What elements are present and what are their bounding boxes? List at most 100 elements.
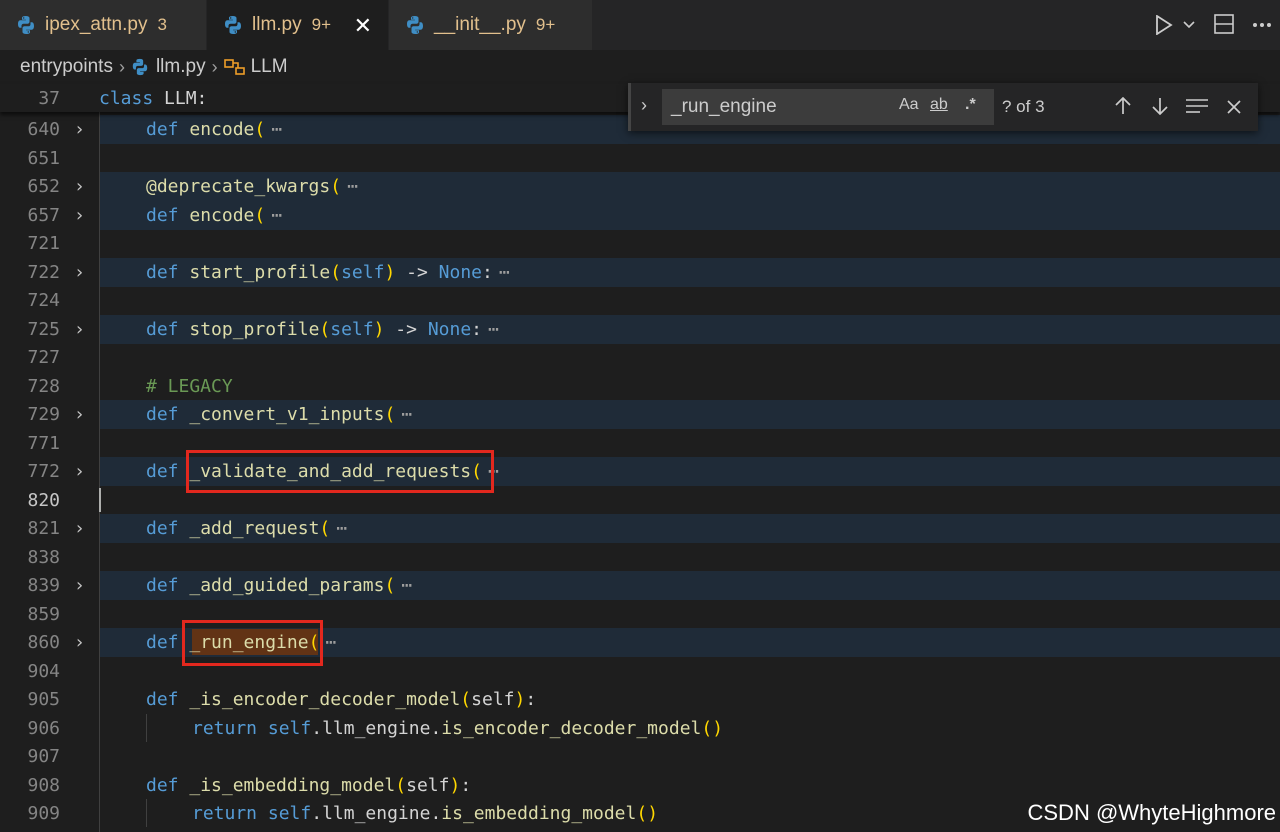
- close-icon[interactable]: ✕: [354, 13, 372, 39]
- tab-ipex-attn[interactable]: ipex_attn.py 3: [0, 0, 206, 50]
- function-name: _is_embedding_model: [189, 774, 396, 796]
- match-whole-word-icon[interactable]: ab: [930, 96, 948, 114]
- fold-chevron-icon[interactable]: ›: [74, 119, 85, 140]
- line-number: 908: [27, 774, 60, 796]
- split-editor-icon[interactable]: [1214, 14, 1234, 34]
- code-line: 906 return self.llm_engine.is_encoder_de…: [0, 714, 1280, 743]
- python-file-icon: [132, 58, 148, 76]
- fold-chevron-icon[interactable]: ›: [74, 575, 85, 596]
- function-name: _add_request: [189, 517, 320, 539]
- return-type: None: [427, 318, 472, 340]
- bracket: (: [330, 261, 342, 283]
- fold-chevron-icon[interactable]: ›: [74, 176, 85, 197]
- function-name: is_encoder_decoder_model: [441, 717, 702, 739]
- code-line: 838: [0, 543, 1280, 572]
- chevron-down-icon[interactable]: [1183, 20, 1195, 30]
- tab-llm[interactable]: llm.py 9+ ✕: [207, 0, 388, 50]
- bracket: (: [460, 688, 472, 710]
- line-number: 904: [27, 660, 60, 682]
- use-regex-icon[interactable]: .*: [965, 96, 976, 114]
- line-number: 906: [27, 717, 60, 739]
- class-symbol-icon: [223, 59, 245, 75]
- find-widget: › _run_engine Aa ab .* ? of 3: [628, 83, 1258, 131]
- fold-chevron-icon[interactable]: ›: [74, 461, 85, 482]
- line-number: 727: [27, 346, 60, 368]
- fold-chevron-icon[interactable]: ›: [74, 404, 85, 425]
- problem-count-badge: 9+: [311, 15, 332, 34]
- text-cursor: [99, 488, 101, 512]
- match-case-icon[interactable]: Aa: [899, 96, 919, 114]
- folded-ellipsis[interactable]: ⋯: [325, 632, 336, 653]
- more-actions-icon[interactable]: [1252, 22, 1272, 28]
- folded-ellipsis[interactable]: ⋯: [271, 119, 282, 140]
- fold-chevron-icon[interactable]: ›: [74, 205, 85, 226]
- folded-ellipsis[interactable]: ⋯: [271, 205, 282, 226]
- tab-label: llm.py: [252, 14, 302, 35]
- folded-ellipsis[interactable]: ⋯: [336, 518, 347, 539]
- bracket: (: [330, 175, 342, 197]
- colon: :: [471, 318, 483, 340]
- bracket: (): [701, 717, 724, 739]
- tab-label: __init__.py: [434, 14, 526, 35]
- breadcrumb: entrypoints › llm.py › LLM: [0, 50, 1280, 84]
- code-line: 839 › def _add_guided_params(⋯: [0, 571, 1280, 600]
- bracket: (: [395, 774, 407, 796]
- tab-init[interactable]: __init__.py 9+: [389, 0, 592, 50]
- breadcrumb-symbol[interactable]: LLM: [251, 56, 288, 78]
- folded-ellipsis[interactable]: ⋯: [347, 176, 358, 197]
- line-number: 721: [27, 232, 60, 254]
- problem-count-badge: 3: [157, 15, 167, 34]
- close-icon[interactable]: [1227, 100, 1241, 114]
- line-number: 725: [27, 318, 60, 340]
- breadcrumb-folder[interactable]: entrypoints: [20, 56, 113, 78]
- code-line: 728 # LEGACY: [0, 372, 1280, 401]
- code-line: 725 › def stop_profile(self) -> None: ⋯: [0, 315, 1280, 344]
- function-name: encode: [189, 204, 255, 226]
- bracket: (: [384, 574, 396, 596]
- fold-chevron-icon[interactable]: ›: [74, 632, 85, 653]
- breadcrumb-file[interactable]: llm.py: [156, 56, 206, 78]
- function-name: _is_encoder_decoder_model: [189, 688, 461, 710]
- code-line: 821 › def _add_request(⋯: [0, 514, 1280, 543]
- previous-match-icon[interactable]: [1115, 97, 1131, 115]
- line-number: 909: [27, 802, 60, 824]
- fold-chevron-icon[interactable]: ›: [74, 518, 85, 539]
- line-number: 728: [27, 375, 60, 397]
- fold-chevron-icon[interactable]: ›: [74, 262, 85, 283]
- problem-count-badge: 9+: [535, 15, 556, 34]
- keyword: return: [192, 802, 258, 824]
- function-name: _convert_v1_inputs: [189, 403, 385, 425]
- find-in-selection-icon[interactable]: [1186, 99, 1208, 113]
- line-number: 821: [27, 517, 60, 539]
- code-line: 651: [0, 144, 1280, 173]
- folded-ellipsis[interactable]: ⋯: [401, 404, 412, 425]
- line-number: 657: [27, 204, 60, 226]
- comment: # LEGACY: [146, 375, 233, 397]
- bracket: ): [373, 318, 385, 340]
- colon: :: [460, 774, 472, 796]
- tab-bar: ipex_attn.py 3 llm.py 9+ ✕ __init__.py 9…: [0, 0, 1280, 50]
- return-arrow: ->: [384, 318, 428, 340]
- annotation-box: [186, 450, 494, 493]
- bracket: (: [384, 403, 396, 425]
- code-line: 652 › @deprecate_kwargs(⋯: [0, 172, 1280, 201]
- code-editor[interactable]: 640 › def encode(⋯ 651 652 › @deprecate_…: [0, 84, 1280, 832]
- keyword: def: [146, 688, 179, 710]
- folded-ellipsis[interactable]: ⋯: [499, 262, 510, 283]
- self-keyword: self: [267, 717, 312, 739]
- bracket: ): [449, 774, 461, 796]
- fold-chevron-icon[interactable]: ›: [74, 319, 85, 340]
- line-number: 37: [38, 87, 60, 109]
- bracket: (: [254, 204, 266, 226]
- toggle-replace-chevron-icon[interactable]: ›: [641, 95, 647, 116]
- code-line: 721: [0, 229, 1280, 258]
- watermark: CSDN @WhyteHighmore: [1027, 800, 1277, 825]
- run-icon[interactable]: [1155, 15, 1173, 35]
- keyword: def: [146, 118, 179, 140]
- folded-ellipsis[interactable]: ⋯: [488, 319, 499, 340]
- attribute-access: .llm_engine.: [311, 717, 442, 739]
- next-match-icon[interactable]: [1152, 97, 1168, 115]
- folded-ellipsis[interactable]: ⋯: [401, 575, 412, 596]
- line-number: 839: [27, 574, 60, 596]
- function-name: _add_guided_params: [189, 574, 385, 596]
